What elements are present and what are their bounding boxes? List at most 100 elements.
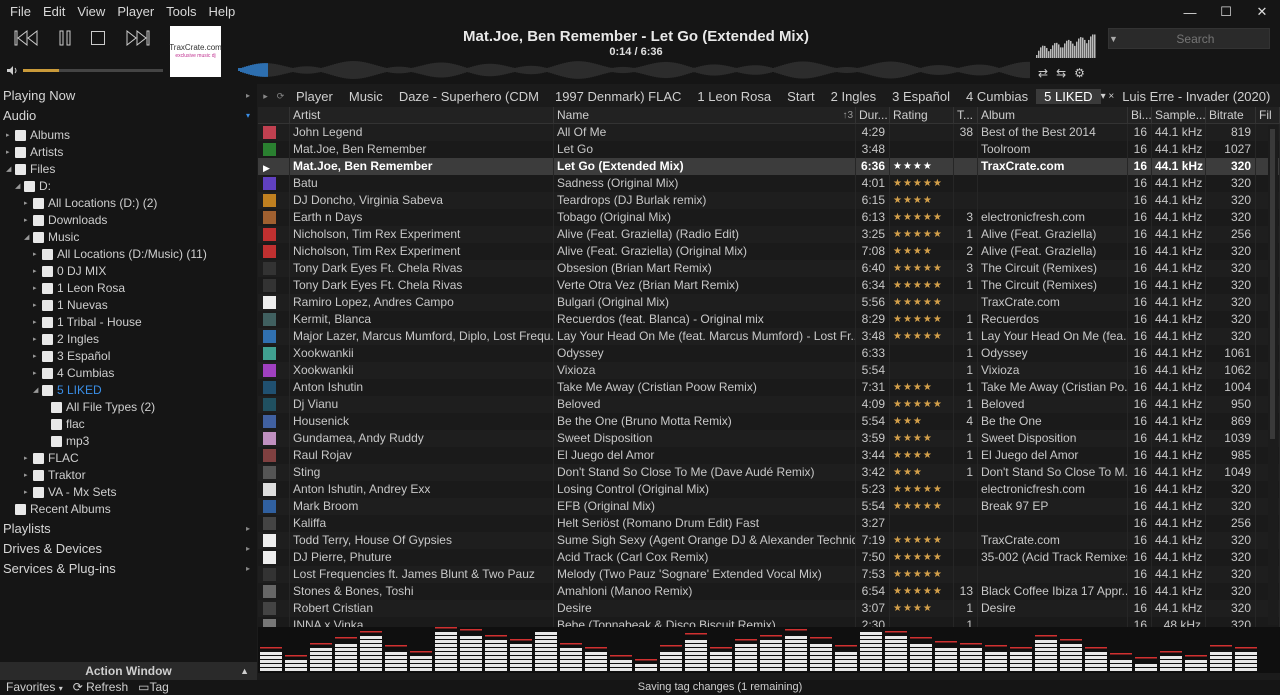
- waveform-seekbar[interactable]: [238, 58, 1032, 82]
- table-row[interactable]: Stones & Bones, Toshi Amahloni (Manoo Rem…: [258, 583, 1280, 600]
- table-row[interactable]: Tony Dark Eyes Ft. Chela Rivas Verte Otra…: [258, 277, 1280, 294]
- rating-cell[interactable]: ★★★★★: [890, 311, 954, 328]
- rating-cell[interactable]: [890, 362, 954, 379]
- table-row[interactable]: Anton Ishutin Take Me Away (Cristian Poow…: [258, 379, 1280, 396]
- expand-toggle-icon[interactable]: ▸: [33, 352, 40, 360]
- expand-toggle-icon[interactable]: ◢: [6, 165, 13, 173]
- rating-cell[interactable]: ★★★★★: [890, 209, 954, 226]
- table-row[interactable]: Sting Don't Stand So Close To Me (Dave Au…: [258, 464, 1280, 481]
- tree-item[interactable]: ◢ 5 LIKED: [33, 383, 102, 397]
- tree-item[interactable]: ▸ 4 Cumbias: [33, 366, 114, 380]
- tree-item[interactable]: ▸ 1 Nuevas: [33, 298, 108, 312]
- table-row[interactable]: Mat.Joe, Ben Remember Let Go 3:48 Toolroom 1…: [258, 141, 1280, 158]
- table-row[interactable]: Batu Sadness (Original Mix) 4:01 ★★★★★ 16 44.…: [258, 175, 1280, 192]
- favorites-button[interactable]: Favorites ▾: [6, 680, 63, 694]
- nav-services-plugins[interactable]: Services & Plug-ins ▸: [3, 561, 250, 576]
- menu-help[interactable]: Help: [203, 2, 242, 22]
- rating-cell[interactable]: ★★★★★: [890, 549, 954, 566]
- table-row[interactable]: Gundamea, Andy Ruddy Sweet Disposition 3:5…: [258, 430, 1280, 447]
- rating-cell[interactable]: [890, 617, 954, 627]
- speaker-icon[interactable]: [7, 66, 17, 75]
- expand-toggle-icon[interactable]: ◢: [33, 386, 40, 394]
- tree-item[interactable]: ◢ Files: [6, 162, 55, 176]
- rating-cell[interactable]: [890, 345, 954, 362]
- column-header-4[interactable]: T...: [954, 107, 978, 123]
- tree-item[interactable]: All File Types (2): [42, 400, 155, 414]
- menu-tools[interactable]: Tools: [160, 2, 202, 22]
- expand-toggle-icon[interactable]: ▸: [24, 488, 31, 496]
- expand-toggle-icon[interactable]: ▸: [33, 301, 40, 309]
- rating-cell[interactable]: ★★★★: [890, 243, 954, 260]
- repeat-icon[interactable]: ⇄: [1038, 66, 1048, 80]
- expand-toggle-icon[interactable]: ◢: [24, 233, 31, 241]
- stop-icon[interactable]: [90, 30, 106, 46]
- tree-item[interactable]: Recent Albums: [6, 502, 111, 516]
- table-row[interactable]: Xookwankii Vixioza 5:54 1 Vixioza 16 44.1 kHz 1…: [258, 362, 1280, 379]
- rating-cell[interactable]: ★★★★★: [890, 498, 954, 515]
- tree-item[interactable]: ▸ 2 Ingles: [33, 332, 99, 346]
- table-row[interactable]: Housenick Be the One (Bruno Motta Remix) 5…: [258, 413, 1280, 430]
- tab-scroll-left-icon[interactable]: ▸: [258, 91, 273, 102]
- column-header-5[interactable]: Album: [978, 107, 1128, 123]
- tree-item[interactable]: ▸ FLAC: [24, 451, 79, 465]
- expand-toggle-icon[interactable]: ▸: [24, 199, 31, 207]
- tree-item[interactable]: ▸ 1 Tribal - House: [33, 315, 142, 329]
- vertical-scrollbar[interactable]: [1268, 125, 1278, 625]
- rating-cell[interactable]: ★★★★★: [890, 583, 954, 600]
- menu-view[interactable]: View: [71, 2, 111, 22]
- column-header-3[interactable]: Rating: [890, 107, 954, 123]
- tree-item[interactable]: flac: [42, 417, 85, 431]
- table-row[interactable]: John Legend All Of Me 4:29 38 Best of the Be…: [258, 124, 1280, 141]
- table-row[interactable]: Kermit, Blanca Recuerdos (feat. Blanca) -…: [258, 311, 1280, 328]
- rating-cell[interactable]: ★★★★★: [890, 566, 954, 583]
- table-row[interactable]: Anton Ishutin, Andrey Exx Losing Control …: [258, 481, 1280, 498]
- table-row[interactable]: Kaliffa Helt Seriöst (Romano Drum Edit) F…: [258, 515, 1280, 532]
- tree-item[interactable]: ▸ Traktor: [24, 468, 86, 482]
- column-header-0[interactable]: Artist: [290, 107, 554, 123]
- tab-9[interactable]: 5 LIKED: [1036, 88, 1101, 104]
- nav-playing-now[interactable]: Playing Now ▸: [3, 88, 250, 103]
- tree-item[interactable]: ▸ 3 Español: [33, 349, 110, 363]
- column-header-2[interactable]: Dur...: [856, 107, 890, 123]
- nav-audio[interactable]: Audio ▾: [3, 108, 250, 123]
- menu-file[interactable]: File: [4, 2, 37, 22]
- tree-item[interactable]: ▸ Artists: [6, 145, 63, 159]
- table-row[interactable]: Lost Frequencies ft. James Blunt & Two P…: [258, 566, 1280, 583]
- table-row[interactable]: Nicholson, Tim Rex Experiment Alive (Feat…: [258, 226, 1280, 243]
- rating-cell[interactable]: ★★★★: [890, 158, 954, 175]
- rating-cell[interactable]: [890, 515, 954, 532]
- expand-toggle-icon[interactable]: ▸: [24, 216, 31, 224]
- settings-gear-icon[interactable]: ⚙: [1074, 66, 1085, 80]
- refresh-button[interactable]: ⟳ Refresh: [73, 680, 128, 694]
- rating-cell[interactable]: ★★★★★: [890, 396, 954, 413]
- tree-item[interactable]: mp3: [42, 434, 89, 448]
- nav-drives-devices[interactable]: Drives & Devices ▸: [3, 541, 250, 556]
- rating-cell[interactable]: ★★★★★: [890, 260, 954, 277]
- rating-cell[interactable]: ★★★★: [890, 430, 954, 447]
- column-header-7[interactable]: Sample...: [1152, 107, 1206, 123]
- tag-button[interactable]: ▭Tag: [138, 680, 169, 694]
- rating-cell[interactable]: ★★★★★: [890, 328, 954, 345]
- table-row[interactable]: Mark Broom EFB (Original Mix) 5:54 ★★★★★ Bre…: [258, 498, 1280, 515]
- tab-4[interactable]: 1 Leon Rosa: [689, 89, 779, 104]
- tree-item[interactable]: ◢ Music: [24, 230, 79, 244]
- tab-3[interactable]: 1997 Denmark) FLAC: [547, 89, 689, 104]
- expand-toggle-icon[interactable]: ▸: [33, 335, 40, 343]
- column-header-9[interactable]: Fil: [1256, 107, 1280, 123]
- expand-toggle-icon[interactable]: ▸: [33, 250, 40, 258]
- tab-0[interactable]: Player: [288, 89, 341, 104]
- rating-cell[interactable]: ★★★★★: [890, 175, 954, 192]
- tab-7[interactable]: 3 Español: [884, 89, 958, 104]
- rating-cell[interactable]: ★★★★★: [890, 481, 954, 498]
- shuffle-icon[interactable]: ⇆: [1056, 66, 1066, 80]
- expand-toggle-icon[interactable]: ▸: [33, 284, 40, 292]
- expand-toggle-icon[interactable]: ▸: [24, 454, 31, 462]
- tab-10[interactable]: Luis Erre - Invader (2020): [1114, 89, 1278, 104]
- refresh-tabs-icon[interactable]: ⟳: [273, 91, 288, 102]
- expand-toggle-icon[interactable]: ◢: [15, 182, 22, 190]
- search-box[interactable]: ▼: [1108, 28, 1273, 49]
- table-row[interactable]: INNA x Vinka Bebe (Topnabeak & Disco Bisc…: [258, 617, 1280, 627]
- rating-cell[interactable]: ★★★★: [890, 192, 954, 209]
- tab-5[interactable]: Start: [779, 89, 822, 104]
- tab-6[interactable]: 2 Ingles: [823, 89, 885, 104]
